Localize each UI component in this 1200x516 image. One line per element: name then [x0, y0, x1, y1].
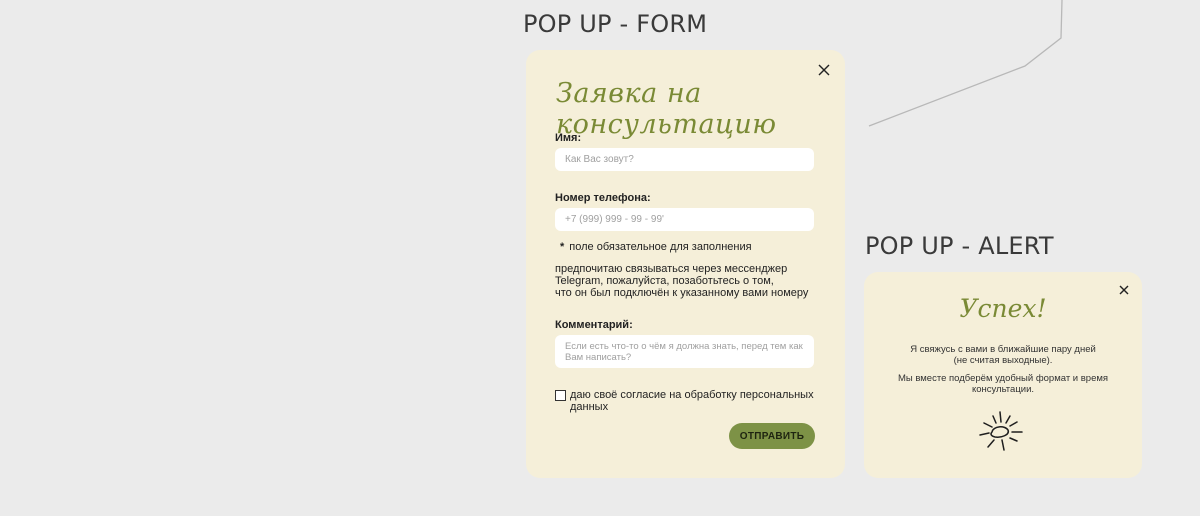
alert-message-line: (не считая выходные). [953, 355, 1053, 366]
required-note-text: поле обязательное для заполнения [569, 241, 752, 253]
phone-label: Номер телефона: [555, 192, 651, 204]
required-star: * [560, 241, 565, 253]
form-heading: Заявка на консультацию [556, 78, 777, 140]
alert-heading: Успех! [959, 294, 1047, 323]
comment-input[interactable] [555, 335, 814, 368]
required-note: * поле обязательное для заполнения [560, 241, 752, 253]
alert-message-line: Я свяжусь с вами в ближайшие пару дней [910, 344, 1096, 355]
success-alert-popup: Успех! Я свяжусь с вами в ближайшие пару… [864, 272, 1142, 478]
alert-message-line: консультации. [971, 384, 1035, 395]
messenger-note: предпочитаю связываться через мессенджер… [555, 263, 825, 299]
messenger-note-line: предпочитаю связываться через мессенджер [555, 263, 788, 275]
messenger-note-line: что он был подключён к указанному вами н… [555, 287, 809, 299]
phone-input[interactable] [555, 208, 814, 231]
section-title-alert: POP UP - ALERT [865, 232, 1054, 260]
section-title-form: POP UP - FORM [523, 10, 708, 38]
consultation-form-popup: Заявка на консультацию Имя: Номер телефо… [526, 50, 845, 478]
name-input[interactable] [555, 148, 814, 171]
sun-icon [979, 411, 1023, 451]
consent-checkbox[interactable] [555, 390, 566, 401]
alert-message: Мы вместе подберём удобный формат и врем… [864, 373, 1142, 395]
close-icon[interactable] [817, 63, 831, 77]
messenger-note-line: Telegram, пожалуйста, позаботьтесь о том… [555, 275, 774, 287]
submit-button[interactable]: ОТПРАВИТЬ [729, 423, 815, 449]
name-label: Имя: [555, 132, 582, 144]
alert-message: Я свяжусь с вами в ближайшие пару дней (… [864, 344, 1142, 366]
consent-label: даю своё согласие на обработку персональ… [570, 389, 814, 413]
comment-label: Комментарий: [555, 319, 633, 331]
alert-message-line: Мы вместе подберём удобный формат и врем… [897, 373, 1109, 384]
